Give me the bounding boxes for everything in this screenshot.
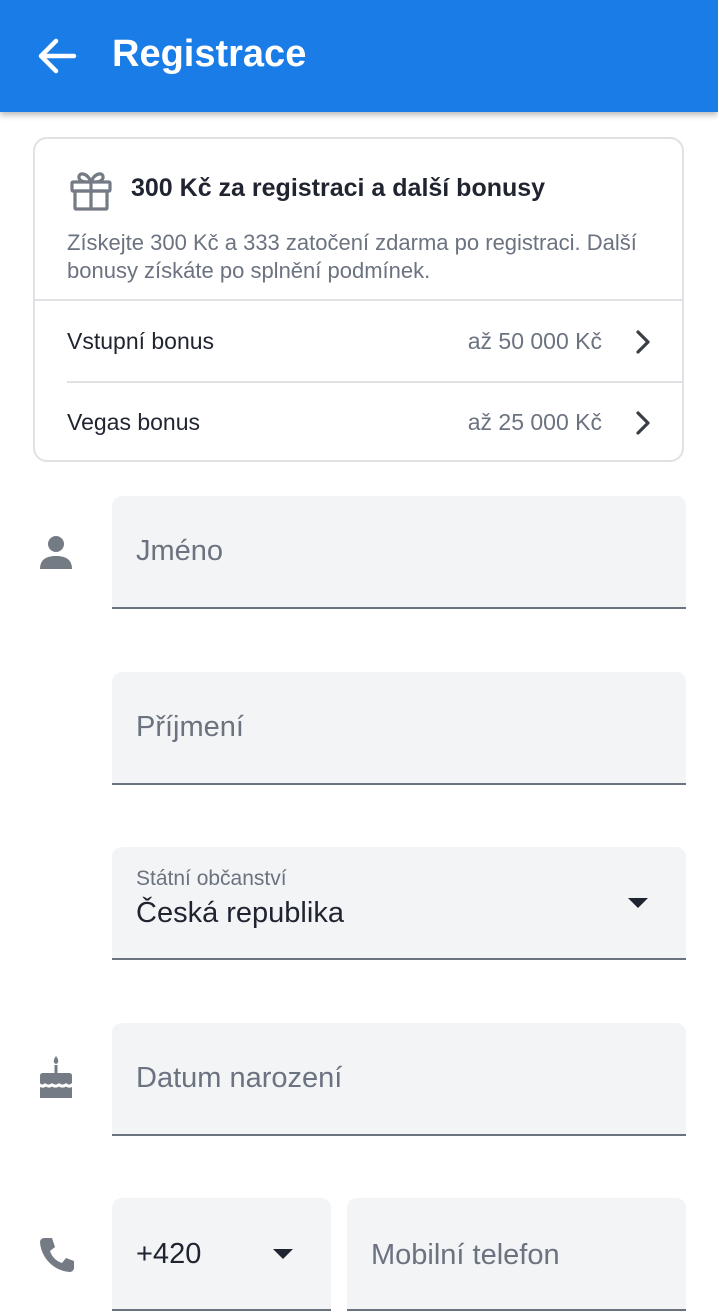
phone-input[interactable] — [371, 1198, 662, 1312]
birth-date-input[interactable] — [136, 1023, 662, 1134]
first-name-input[interactable] — [136, 496, 662, 607]
phone-icon — [40, 1238, 74, 1272]
last-name-input[interactable] — [136, 672, 662, 783]
phone-prefix-select[interactable]: +420 — [112, 1198, 331, 1311]
bonus-card: 300 Kč za registraci a další bonusy Získ… — [33, 137, 684, 462]
citizenship-label: Státní občanství — [136, 867, 287, 890]
bonus-card-title: 300 Kč za registraci a další bonusy — [131, 174, 546, 202]
citizenship-select[interactable]: Státní občanství Česká republika — [112, 847, 686, 960]
dropdown-arrow-icon — [628, 898, 648, 908]
first-name-field[interactable] — [112, 496, 686, 609]
bonus-row-label: Vegas bonus — [67, 409, 201, 435]
chevron-right-icon — [636, 411, 650, 435]
gift-icon — [70, 172, 112, 211]
chevron-right-icon — [636, 330, 650, 354]
dropdown-arrow-icon — [273, 1249, 293, 1259]
page-title: Registrace — [112, 33, 307, 75]
bonus-row-value: až 50 000 Kč — [467, 328, 602, 354]
bonus-row-value: až 25 000 Kč — [467, 409, 602, 435]
last-name-field[interactable] — [112, 672, 686, 785]
bonus-row-vstupni[interactable]: Vstupní bonus až 50 000 Kč — [35, 301, 682, 381]
arrow-left-icon[interactable] — [34, 36, 78, 76]
person-icon — [40, 536, 72, 569]
bonus-row-vegas[interactable]: Vegas bonus až 25 000 Kč — [35, 382, 682, 462]
app-bar: Registrace — [0, 0, 718, 112]
birth-date-field[interactable] — [112, 1023, 686, 1136]
bonus-card-description: Získejte 300 Kč a 333 zatočení zdarma po… — [67, 230, 637, 283]
phone-prefix-value: +420 — [136, 1238, 202, 1270]
citizenship-value: Česká republika — [136, 897, 344, 929]
cake-icon — [40, 1056, 72, 1098]
phone-field[interactable] — [347, 1198, 686, 1312]
bonus-row-label: Vstupní bonus — [67, 328, 215, 354]
